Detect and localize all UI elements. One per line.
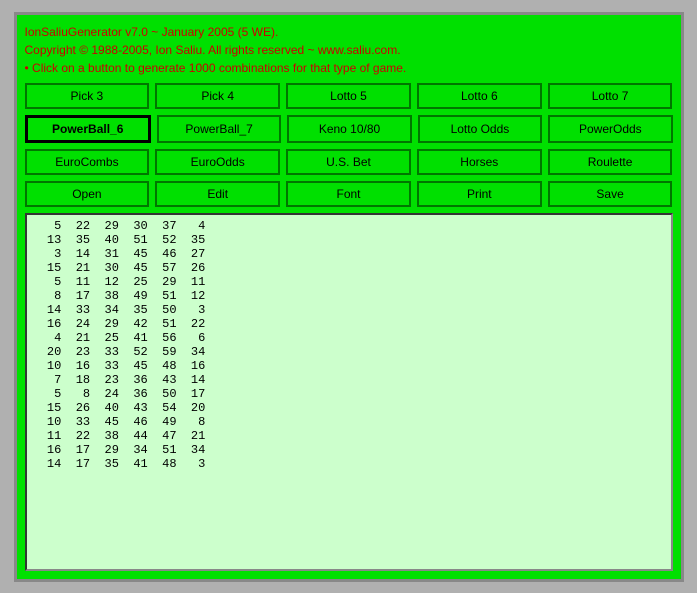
output-text[interactable]: 5 22 29 30 37 4 13 35 40 51 52 35 3 14 3… xyxy=(27,215,671,569)
keno-button[interactable]: Keno 10/80 xyxy=(287,115,411,143)
font-button[interactable]: Font xyxy=(286,181,411,207)
horses-button[interactable]: Horses xyxy=(417,149,542,175)
lotto5-button[interactable]: Lotto 5 xyxy=(286,83,411,109)
header-text: IonSaliuGenerator v7.0 ~ January 2005 (5… xyxy=(25,23,673,77)
open-button[interactable]: Open xyxy=(25,181,150,207)
header-line2: Copyright © 1988-2005, Ion Saliu. All ri… xyxy=(25,41,673,59)
main-window: IonSaliuGenerator v7.0 ~ January 2005 (5… xyxy=(14,12,684,582)
button-row-3: EuroCombs EuroOdds U.S. Bet Horses Roule… xyxy=(25,149,673,175)
euroodds-button[interactable]: EuroOdds xyxy=(155,149,280,175)
button-row-4: Open Edit Font Print Save xyxy=(25,181,673,207)
edit-button[interactable]: Edit xyxy=(155,181,280,207)
lotto6-button[interactable]: Lotto 6 xyxy=(417,83,542,109)
lotto-odds-button[interactable]: Lotto Odds xyxy=(418,115,542,143)
powerball7-button[interactable]: PowerBall_7 xyxy=(157,115,281,143)
header-line3: • Click on a button to generate 1000 com… xyxy=(25,59,673,77)
output-area: 5 22 29 30 37 4 13 35 40 51 52 35 3 14 3… xyxy=(25,213,673,571)
pick4-button[interactable]: Pick 4 xyxy=(155,83,280,109)
powerodds-button[interactable]: PowerOdds xyxy=(548,115,672,143)
pick3-button[interactable]: Pick 3 xyxy=(25,83,150,109)
print-button[interactable]: Print xyxy=(417,181,542,207)
button-row-2: PowerBall_6 PowerBall_7 Keno 10/80 Lotto… xyxy=(25,115,673,143)
save-button[interactable]: Save xyxy=(548,181,673,207)
lotto7-button[interactable]: Lotto 7 xyxy=(548,83,673,109)
button-row-1: Pick 3 Pick 4 Lotto 5 Lotto 6 Lotto 7 xyxy=(25,83,673,109)
usbet-button[interactable]: U.S. Bet xyxy=(286,149,411,175)
powerball6-button[interactable]: PowerBall_6 xyxy=(25,115,151,143)
roulette-button[interactable]: Roulette xyxy=(548,149,673,175)
eurocombs-button[interactable]: EuroCombs xyxy=(25,149,150,175)
header-line1: IonSaliuGenerator v7.0 ~ January 2005 (5… xyxy=(25,23,673,41)
